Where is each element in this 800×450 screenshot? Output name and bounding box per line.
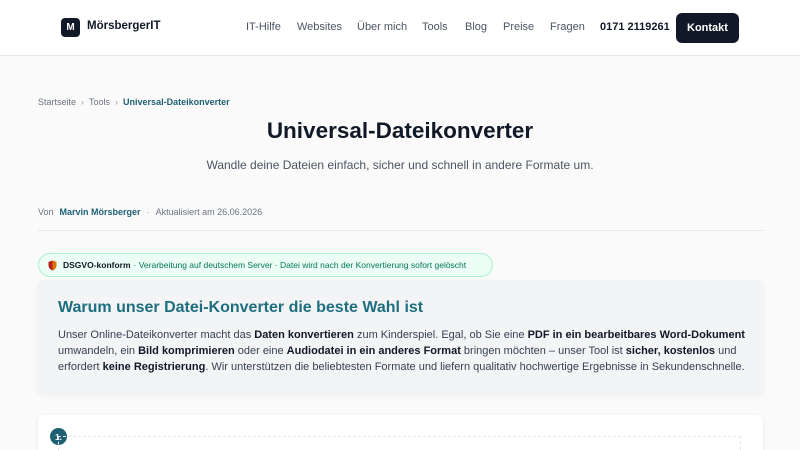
badge-text: · Verarbeitung auf deutschem Server · Da… — [133, 260, 467, 270]
card-text: Unser Online-Dateikonverter macht das Da… — [58, 327, 748, 375]
breadcrumb-current: Universal-Dateikonverter — [123, 97, 230, 107]
nav-item-websites[interactable]: Websites — [297, 21, 342, 33]
updated-date: Aktualisiert am 26.06.2026 — [155, 207, 263, 217]
phone-link[interactable]: 0171 2119261 — [600, 21, 670, 33]
divider — [38, 230, 763, 231]
breadcrumb-tools[interactable]: Tools — [89, 97, 110, 107]
nav-item-ueber-mich[interactable]: Über mich — [357, 21, 407, 33]
card-title: Warum unser Datei-Konverter die beste Wa… — [58, 299, 424, 316]
nav-item-fragen[interactable]: Fragen — [550, 21, 585, 33]
nav-item-tools[interactable]: Tools — [422, 21, 448, 33]
shield-icon — [48, 260, 57, 271]
card-text-part: umwandeln, ein — [58, 345, 139, 357]
card-text-highlight: Audiodatei in ein anderes Format — [286, 345, 461, 357]
chevron-right-icon: › — [115, 97, 119, 107]
breadcrumb: Startseite › Tools › Universal-Dateikonv… — [38, 97, 230, 107]
card-text-part: Unser Online-Dateikonverter macht das — [58, 329, 255, 341]
card-text-highlight: sicher, kostenlos — [625, 345, 716, 357]
dsgvo-badge: DSGVO-konform · Verarbeitung auf deutsch… — [38, 253, 493, 277]
card-text-highlight: Bild komprimieren — [138, 345, 235, 357]
upload-dropzone[interactable] — [58, 436, 741, 450]
brand-name[interactable]: MörsbergerIT — [87, 20, 161, 32]
card-text-highlight: PDF in ein bearbeitbares Word-Dokument — [527, 329, 745, 341]
meta-by: Von — [38, 207, 54, 217]
contact-button[interactable]: Kontakt — [676, 13, 739, 43]
logo-icon[interactable]: M — [61, 18, 80, 37]
card-text-part: bringen möchten – unser Tool ist — [460, 345, 626, 357]
card-text-highlight: Daten konvertieren — [254, 329, 354, 341]
badge-label: DSGVO-konform — [63, 260, 131, 270]
breadcrumb-home[interactable]: Startseite — [38, 97, 76, 107]
card-text-part: . Wir unterstützen die beliebtesten Form… — [205, 361, 745, 373]
chevron-right-icon: › — [81, 97, 85, 107]
site-header: M MörsbergerIT IT-Hilfe Websites Über mi… — [0, 0, 800, 56]
card-text-highlight: keine Registrierung — [102, 361, 206, 373]
card-text-part: zum Kinderspiel. Egal, ob Sie eine — [353, 329, 528, 341]
card-text-part: oder eine — [234, 345, 287, 357]
nav-item-it-hilfe[interactable]: IT-Hilfe — [246, 21, 281, 33]
author-link[interactable]: Marvin Mörsberger — [60, 207, 141, 217]
article-meta: Von Marvin Mörsberger · Aktualisiert am … — [38, 207, 262, 217]
page-subtitle: Wandle deine Dateien einfach, sicher und… — [206, 158, 594, 172]
nav-item-blog[interactable]: Blog — [465, 21, 487, 33]
page-title: Universal-Dateikonverter — [266, 118, 534, 143]
meta-separator: · — [146, 207, 150, 217]
nav-item-preise[interactable]: Preise — [503, 21, 534, 33]
